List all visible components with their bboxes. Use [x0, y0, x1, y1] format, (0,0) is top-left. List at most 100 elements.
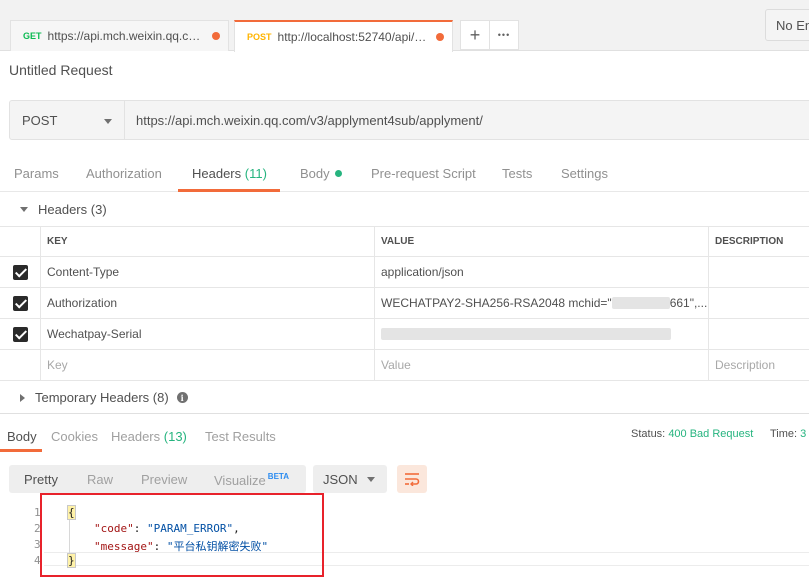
url-value: https://api.mch.weixin.qq.com/v3/applyme…	[136, 113, 483, 128]
column-value: VALUE	[374, 227, 708, 256]
new-key-input[interactable]: Key	[40, 350, 374, 380]
annotation-highlight-box	[40, 493, 324, 577]
header-value-cell[interactable]: application/json	[374, 257, 708, 287]
tab-options-button[interactable]: •••	[489, 20, 519, 50]
new-description-input[interactable]: Description	[708, 350, 809, 380]
request-tab-bar: GET https://api.mch.weixin.qq.com/... PO…	[0, 0, 809, 52]
response-headers-label: Headers	[111, 429, 161, 444]
status-value: 400 Bad Request	[668, 428, 754, 440]
more-icon: •••	[497, 30, 511, 40]
tab-params[interactable]: Params	[14, 166, 59, 181]
response-tab-cookies[interactable]: Cookies	[51, 429, 98, 444]
status-label: Status:	[631, 428, 666, 440]
response-time[interactable]: Time: 3	[770, 428, 806, 440]
response-tab-test-results[interactable]: Test Results	[205, 429, 276, 444]
environment-value: No En	[776, 18, 809, 33]
time-value: 3	[800, 428, 807, 440]
request-tab-get[interactable]: GET https://api.mch.weixin.qq.com/...	[10, 20, 229, 51]
headers-section-toggle[interactable]: Headers (3)	[20, 202, 107, 217]
header-key-cell[interactable]: Content-Type	[40, 257, 374, 287]
header-description-cell[interactable]	[708, 257, 809, 287]
wrap-lines-button[interactable]	[397, 465, 427, 493]
chevron-down-icon	[104, 119, 112, 124]
beta-badge: BETA	[267, 472, 289, 481]
enabled-checkbox[interactable]	[12, 264, 28, 280]
header-description-cell[interactable]	[708, 288, 809, 318]
request-title[interactable]: Untitled Request	[9, 62, 113, 78]
raw-button[interactable]: Raw	[87, 472, 113, 487]
new-value-input[interactable]: Value	[374, 350, 708, 380]
wrap-lines-icon	[405, 473, 420, 486]
caret-right-icon	[20, 393, 25, 402]
temporary-headers-toggle[interactable]: Temporary Headers (8) i	[20, 390, 188, 405]
redacted-block	[381, 328, 671, 340]
row-check-cell	[0, 319, 40, 349]
active-tab-indicator	[178, 189, 280, 192]
temporary-headers-title: Temporary Headers	[35, 390, 150, 405]
method-value: POST	[22, 113, 58, 128]
header-check-cell	[0, 227, 40, 256]
response-tabs: Body Cookies Headers (13) Test Results S…	[0, 413, 809, 452]
temporary-headers-count: (8)	[152, 390, 169, 405]
row-check-cell	[0, 257, 40, 287]
tab-url: https://api.mch.weixin.qq.com/...	[47, 29, 206, 43]
tab-body[interactable]: Body	[300, 166, 342, 181]
tab-url: http://localhost:52740/api/ali/...	[277, 30, 430, 44]
table-row: Content-Type application/json	[0, 257, 809, 288]
table-row: Authorization WECHATPAY2-SHA256-RSA2048 …	[0, 288, 809, 319]
info-icon[interactable]: i	[176, 392, 188, 403]
tab-headers[interactable]: Headers (11)	[192, 166, 267, 181]
row-check-cell	[0, 288, 40, 318]
tab-method-post: POST	[247, 32, 272, 42]
preview-button[interactable]: Preview	[141, 472, 187, 487]
tab-headers-count: (11)	[244, 166, 267, 181]
response-tab-headers[interactable]: Headers (13)	[111, 429, 187, 444]
new-tab-button[interactable]: +	[460, 20, 490, 50]
header-description-cell[interactable]	[708, 319, 809, 349]
visualize-label: Visualize	[214, 473, 266, 488]
url-input[interactable]: https://api.mch.weixin.qq.com/v3/applyme…	[125, 100, 809, 140]
view-mode-group: Pretty Raw Preview Visualize BETA	[9, 465, 306, 493]
row-check-cell	[0, 350, 40, 380]
header-value-suffix: 661",...	[669, 296, 708, 310]
tab-authorization[interactable]: Authorization	[86, 166, 162, 181]
response-tab-body[interactable]: Body	[7, 429, 37, 444]
headers-section-title: Headers	[38, 202, 88, 217]
tab-body-label: Body	[300, 166, 330, 181]
table-row-new: Key Value Description	[0, 350, 809, 381]
tab-tests[interactable]: Tests	[502, 166, 532, 181]
header-value-cell[interactable]: WECHATPAY2-SHA256-RSA2048 mchid=" 661",..…	[374, 288, 708, 318]
tab-pre-request-script[interactable]: Pre-request Script	[371, 166, 476, 181]
format-select[interactable]: JSON	[313, 465, 387, 493]
unsaved-dot-icon	[212, 32, 220, 40]
method-select[interactable]: POST	[9, 100, 125, 140]
request-tabs: Params Authorization Headers (11) Body P…	[0, 158, 809, 192]
pretty-button[interactable]: Pretty	[24, 472, 58, 487]
active-response-tab-indicator	[0, 449, 42, 452]
response-status[interactable]: Status: 400 Bad Request	[631, 428, 753, 440]
headers-section-count: (3)	[90, 202, 107, 217]
header-key-cell[interactable]: Authorization	[40, 288, 374, 318]
column-key: KEY	[40, 227, 374, 256]
column-description: DESCRIPTION	[708, 227, 809, 256]
table-row: Wechatpay-Serial	[0, 319, 809, 350]
visualize-button[interactable]: Visualize BETA	[214, 472, 289, 488]
tab-headers-label: Headers	[192, 166, 242, 181]
format-value: JSON	[323, 472, 358, 487]
request-tab-post[interactable]: POST http://localhost:52740/api/ali/...	[234, 20, 453, 52]
caret-down-icon	[20, 207, 28, 212]
environment-select[interactable]: No En	[765, 9, 809, 41]
header-value-cell[interactable]	[374, 319, 708, 349]
enabled-checkbox[interactable]	[12, 295, 28, 311]
tab-method-get: GET	[23, 31, 42, 41]
unsaved-dot-icon	[436, 33, 444, 41]
headers-table: KEY VALUE DESCRIPTION Content-Type appli…	[0, 226, 809, 381]
header-value-text: WECHATPAY2-SHA256-RSA2048 mchid="	[381, 296, 612, 310]
enabled-checkbox[interactable]	[12, 326, 28, 342]
tab-settings[interactable]: Settings	[561, 166, 608, 181]
header-key-cell[interactable]: Wechatpay-Serial	[40, 319, 374, 349]
response-headers-count: (13)	[163, 429, 187, 444]
body-indicator-dot-icon	[334, 170, 342, 177]
time-label: Time:	[770, 428, 798, 440]
plus-icon: +	[469, 24, 481, 45]
